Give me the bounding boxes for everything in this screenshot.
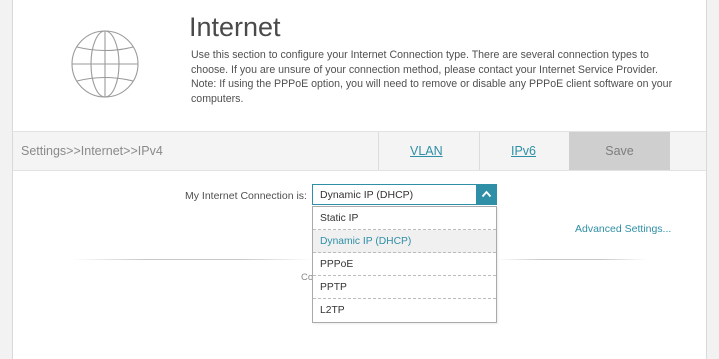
settings-navbar: Settings>>Internet>>IPv4 VLAN IPv6 Save	[13, 131, 706, 171]
chevron-up-icon[interactable]	[476, 184, 497, 205]
dropdown-option-l2tp[interactable]: L2TP	[313, 299, 496, 322]
dropdown-option-pppoe[interactable]: PPPoE	[313, 253, 496, 276]
vlan-link[interactable]: VLAN	[410, 144, 443, 158]
breadcrumb: Settings>>Internet>>IPv4	[21, 144, 163, 158]
dropdown-option-static-ip[interactable]: Static IP	[313, 207, 496, 230]
ipv6-link[interactable]: IPv6	[511, 144, 536, 158]
section-divider	[497, 259, 647, 260]
connection-type-select[interactable]: Dynamic IP (DHCP)	[312, 184, 497, 205]
page-frame: Internet Use this section to configure y…	[12, 0, 707, 359]
navbar-divider	[378, 132, 379, 170]
page-header: Internet Use this section to configure y…	[13, 0, 706, 131]
page-description: Use this section to configure your Inter…	[191, 49, 673, 105]
advanced-settings-link[interactable]: Advanced Settings...	[575, 223, 671, 235]
connection-type-value: Dynamic IP (DHCP)	[320, 189, 414, 201]
connection-type-label: My Internet Connection is:	[185, 190, 307, 202]
connection-type-dropdown: Static IP Dynamic IP (DHCP) PPPoE PPTP L…	[312, 206, 497, 323]
globe-icon	[71, 30, 139, 98]
save-button[interactable]: Save	[569, 132, 670, 170]
dropdown-option-pptp[interactable]: PPTP	[313, 276, 496, 299]
section-divider	[73, 259, 313, 260]
page-title: Internet	[189, 12, 281, 42]
dropdown-option-dynamic-ip[interactable]: Dynamic IP (DHCP)	[313, 230, 496, 253]
navbar-divider	[479, 132, 480, 170]
